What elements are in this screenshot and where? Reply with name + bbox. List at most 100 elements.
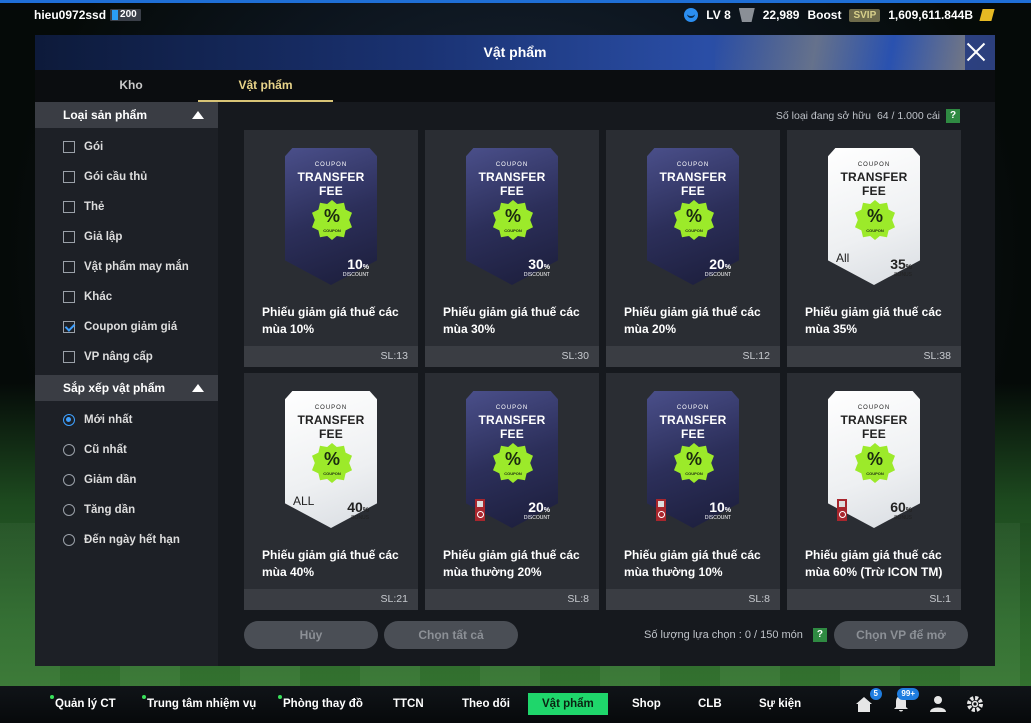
notification-dot	[50, 695, 54, 699]
settings-icon[interactable]	[965, 694, 985, 714]
nav-shop[interactable]: Shop	[632, 694, 661, 714]
nav-squad-management[interactable]: Quản lý CT	[50, 694, 116, 714]
home-badge: 5	[869, 688, 882, 700]
help-icon[interactable]: ?	[812, 628, 827, 642]
radio[interactable]	[63, 534, 75, 546]
filter-option-goi[interactable]: Gói	[35, 132, 218, 162]
product-type-header-label: Loại sản phẩm	[63, 108, 148, 122]
coupon-percent: 40%	[347, 499, 369, 515]
sort-label: Tăng dần	[84, 504, 136, 516]
filter-option-the[interactable]: Thẻ	[35, 192, 218, 222]
radio[interactable]	[63, 474, 75, 486]
checkbox[interactable]	[63, 201, 75, 213]
product-type-header[interactable]: Loại sản phẩm	[35, 102, 218, 128]
sort-option-oldest[interactable]: Cũ nhất	[35, 435, 218, 465]
filter-option-lucky-item[interactable]: Vật phẩm may mắn	[35, 252, 218, 282]
bottom-nav: Quản lý CT Trung tâm nhiệm vụ Phòng thay…	[0, 686, 1031, 723]
coupon-sub-label: DISCOUNT	[523, 272, 550, 278]
coupon-item-card[interactable]: COUPON TRANSFER FEE% COUPON 30% DISCOUNT Phiế…	[425, 130, 599, 367]
coupon-item-card[interactable]: COUPON TRANSFER FEE% COUPON 10% DISCOUNT Phiế…	[244, 130, 418, 367]
coupon-small-label: COUPON	[857, 162, 891, 168]
coupon-image: COUPON TRANSFER FEE% COUPON ALL 40% BONUS	[285, 391, 377, 528]
profile-icon[interactable]	[928, 694, 948, 714]
coupon-sub-label: BONUS	[894, 515, 912, 521]
nav-items[interactable]: Vật phẩm	[528, 693, 608, 715]
coupon-item-card[interactable]: COUPON TRANSFER FEE% COUPON All 35% BONUS Phiế…	[787, 130, 961, 367]
item-name: Phiếu giảm giá thuế các mùa 60% (Trừ ICO…	[805, 548, 943, 579]
coupon-small-label: COUPON	[495, 405, 529, 411]
sort-option-ascending[interactable]: Tăng dần	[35, 495, 218, 525]
coupon-item-card[interactable]: COUPON TRANSFER FEE% COUPON 20% DISCOUNT Phiế…	[606, 130, 780, 367]
coupon-image: COUPON TRANSFER FEE% COUPON 60% BONUS	[828, 391, 920, 528]
checkbox[interactable]	[63, 231, 75, 243]
coupon-small-label: COUPON	[495, 162, 529, 168]
checkbox[interactable]	[63, 351, 75, 363]
coupon-title: TRANSFER FEE	[659, 413, 727, 441]
sort-option-newest[interactable]: Mới nhất	[35, 405, 218, 435]
window-title: Vật phẩm	[483, 44, 547, 60]
bell-icon[interactable]: 99+	[891, 688, 919, 714]
tab-storage[interactable]: Kho	[95, 70, 167, 102]
item-name: Phiếu giảm giá thuế các mùa 30%	[443, 305, 580, 336]
filter-label: Gói	[84, 141, 104, 153]
home-icon[interactable]: 5	[854, 688, 882, 714]
filter-option-coupon[interactable]: Coupon giảm giá	[35, 312, 218, 342]
coupon-item-card[interactable]: COUPON TRANSFER FEE% COUPON 20% DISCOUNT Phiế…	[425, 373, 599, 610]
filter-option-gia-lap[interactable]: Giả lập	[35, 222, 218, 252]
coupon-item-card[interactable]: COUPON TRANSFER FEE% COUPON 10% DISCOUNT Phiế…	[606, 373, 780, 610]
coupon-item-card[interactable]: COUPON TRANSFER FEE% COUPON ALL 40% BONUS Phiế…	[244, 373, 418, 610]
sort-option-descending[interactable]: Giảm dần	[35, 465, 218, 495]
checkbox[interactable]	[63, 261, 75, 273]
notification-dot	[278, 695, 282, 699]
help-icon[interactable]: ?	[946, 109, 960, 123]
svip-badge: SVIP	[849, 8, 881, 22]
radio-selected[interactable]	[63, 414, 75, 426]
nav-events[interactable]: Sự kiện	[759, 694, 801, 714]
checkbox[interactable]	[63, 141, 75, 153]
selection-label: Số lượng lựa chọn : 0 / 150 món	[644, 629, 803, 641]
nav-club[interactable]: CLB	[698, 694, 722, 714]
selection-count: Số lượng lựa chọn : 0 / 150 món ?	[644, 628, 827, 642]
coupon-title: TRANSFER FEE	[478, 413, 546, 441]
nav-locker-room[interactable]: Phòng thay đồ	[278, 694, 363, 714]
collapse-up-icon	[192, 384, 204, 392]
nav-label: CLB	[698, 698, 722, 710]
nav-ttcn[interactable]: TTCN	[393, 694, 424, 714]
nav-follow[interactable]: Theo dõi	[462, 694, 510, 714]
bell-badge: 99+	[897, 688, 919, 700]
open-selected-button[interactable]: Chọn VP để mở	[834, 621, 968, 649]
coupon-title: TRANSFER FEE	[840, 413, 908, 441]
filter-option-goi-cau-thu[interactable]: Gói cầu thủ	[35, 162, 218, 192]
checkbox[interactable]	[63, 171, 75, 183]
filter-option-vp-upgrade[interactable]: VP nâng cấp	[35, 342, 218, 372]
sort-option-expiry[interactable]: Đến ngày hết hạn	[35, 525, 218, 555]
item-name: Phiếu giảm giá thuế các mùa thường 20%	[443, 548, 580, 579]
filter-label: Coupon giảm giá	[84, 321, 178, 333]
top-accent-line	[0, 0, 1031, 3]
nav-mission-center[interactable]: Trung tâm nhiệm vụ	[142, 694, 257, 714]
restriction-icon	[837, 499, 847, 521]
select-all-button[interactable]: Chọn tất cả	[384, 621, 518, 649]
coupon-image: COUPON TRANSFER FEE% COUPON 10% DISCOUNT	[647, 391, 739, 528]
badge-icon	[738, 8, 755, 22]
coupon-title: TRANSFER FEE	[297, 413, 365, 441]
tab-items[interactable]: Vật phẩm	[198, 70, 333, 102]
radio[interactable]	[63, 504, 75, 516]
coupon-image: COUPON TRANSFER FEE% COUPON 10% DISCOUNT	[285, 148, 377, 285]
close-icon[interactable]	[963, 39, 989, 65]
item-name: Phiếu giảm giá thuế các mùa 35%	[805, 305, 942, 336]
filter-label: Khác	[84, 291, 113, 303]
checkbox[interactable]	[63, 291, 75, 303]
sort-list: Mới nhất Cũ nhất Giảm dần Tăng dần Đến n…	[35, 401, 218, 555]
checkbox-checked[interactable]	[63, 321, 75, 333]
sort-header[interactable]: Sắp xếp vật phẩm	[35, 375, 218, 401]
action-bar: Hủy Chọn tất cả Số lượng lựa chọn : 0 / …	[218, 621, 995, 651]
filter-option-khac[interactable]: Khác	[35, 282, 218, 312]
radio[interactable]	[63, 444, 75, 456]
sort-label: Giảm dần	[84, 474, 137, 486]
item-name: Phiếu giảm giá thuế các mùa 20%	[624, 305, 761, 336]
nav-label: Trung tâm nhiệm vụ	[147, 698, 257, 710]
filter-label: Gói cầu thủ	[84, 171, 148, 183]
coupon-item-card[interactable]: COUPON TRANSFER FEE% COUPON 60% BONUS Phiếu g…	[787, 373, 961, 610]
cancel-button[interactable]: Hủy	[244, 621, 378, 649]
